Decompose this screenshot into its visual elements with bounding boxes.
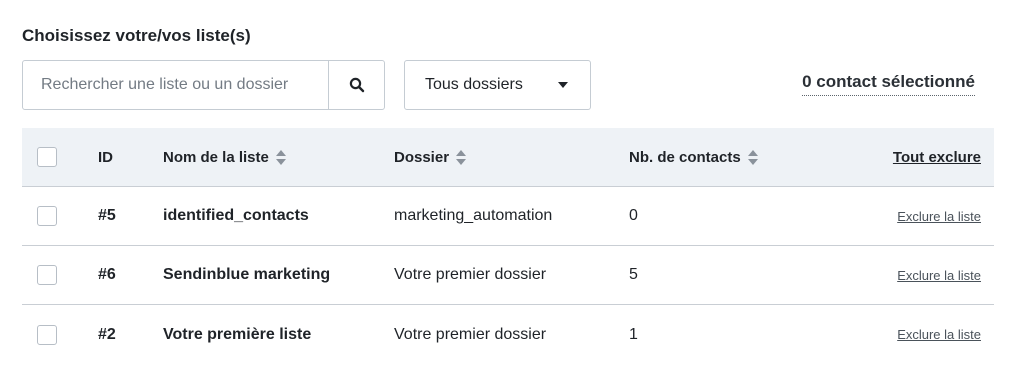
list-contact-count: 1 — [629, 325, 638, 343]
search-icon — [349, 77, 364, 93]
table-header-row: ID Nom de la liste Dossier Nb. de contac… — [22, 128, 994, 187]
exclude-all-link[interactable]: Tout exclure — [893, 149, 981, 166]
list-contact-count: 0 — [629, 207, 638, 224]
table-row: #6 Sendinblue marketing Votre premier do… — [22, 246, 994, 305]
list-name: Sendinblue marketing — [163, 266, 331, 283]
column-header-folder[interactable]: Dossier — [394, 128, 467, 186]
row-checkbox[interactable] — [37, 265, 57, 285]
list-name: identified_contacts — [163, 207, 309, 224]
column-header-name[interactable]: Nom de la liste — [163, 128, 286, 186]
lists-table: ID Nom de la liste Dossier Nb. de contac… — [22, 128, 994, 364]
list-id: #5 — [98, 207, 116, 224]
list-id: #6 — [98, 266, 116, 283]
table-row: #2 Votre première liste Votre premier do… — [22, 305, 994, 364]
search-button[interactable] — [328, 61, 384, 109]
row-checkbox[interactable] — [37, 206, 57, 226]
column-header-folder-label: Dossier — [394, 148, 450, 166]
column-header-name-label: Nom de la liste — [163, 148, 269, 166]
exclude-list-link[interactable]: Exclure la liste — [897, 209, 981, 224]
column-header-count[interactable]: Nb. de contacts — [629, 128, 758, 186]
table-row: #5 identified_contacts marketing_automat… — [22, 187, 994, 246]
selected-contacts-count[interactable]: 0 contact sélectionné — [802, 72, 975, 96]
column-header-count-label: Nb. de contacts — [629, 148, 741, 166]
exclude-list-link[interactable]: Exclure la liste — [897, 268, 981, 283]
list-folder: marketing_automation — [394, 207, 553, 224]
row-checkbox[interactable] — [37, 324, 57, 345]
sort-icon — [747, 149, 758, 165]
select-all-checkbox[interactable] — [37, 147, 57, 167]
exclude-list-link[interactable]: Exclure la liste — [897, 327, 981, 342]
folder-filter-label: Tous dossiers — [425, 76, 523, 93]
list-contact-count: 5 — [629, 266, 638, 283]
section-title: Choisissez votre/vos liste(s) — [22, 26, 251, 45]
list-folder: Votre premier dossier — [394, 325, 547, 343]
folder-filter-dropdown[interactable]: Tous dossiers — [404, 60, 591, 110]
column-header-id: ID — [98, 148, 113, 166]
sort-icon — [456, 149, 467, 165]
list-name: Votre première liste — [163, 325, 312, 343]
list-id: #2 — [98, 325, 116, 343]
search-input[interactable] — [23, 61, 328, 109]
sort-icon — [275, 149, 286, 165]
list-folder: Votre premier dossier — [394, 266, 547, 283]
search-box — [22, 60, 385, 110]
caret-down-icon — [558, 82, 568, 88]
